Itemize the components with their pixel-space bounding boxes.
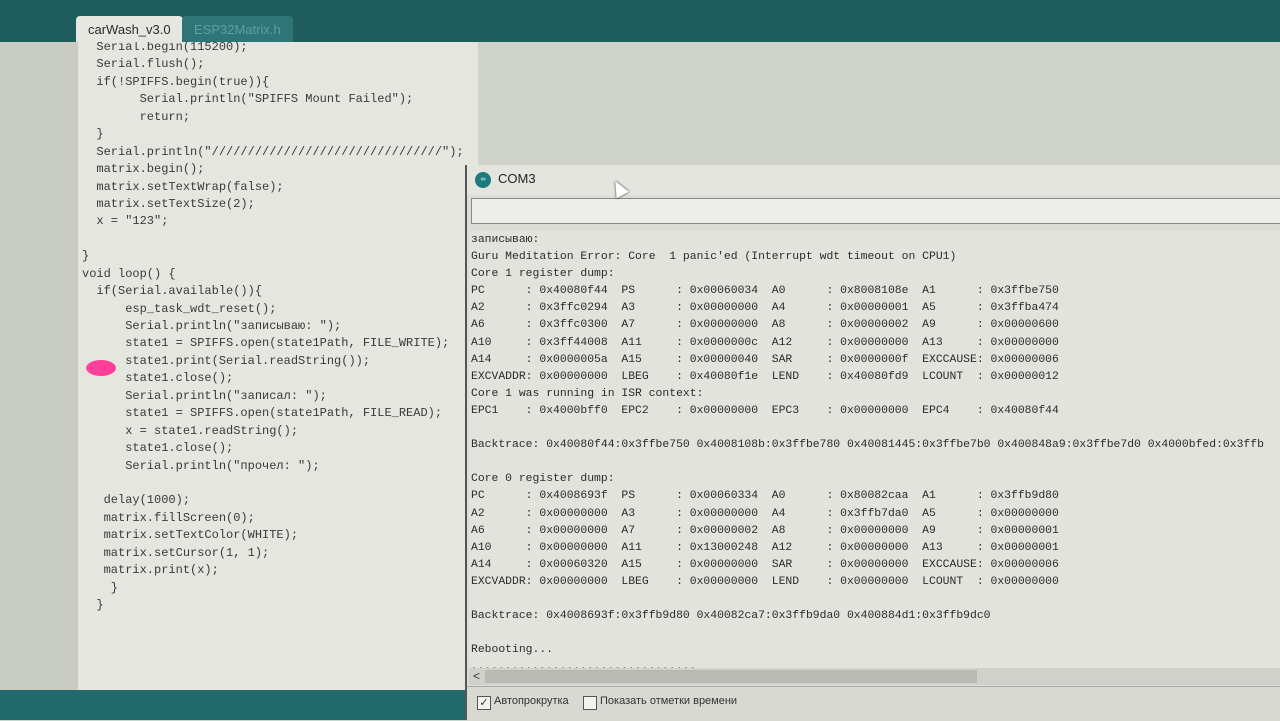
code-line: } xyxy=(82,249,90,264)
code-line: state1 = SPIFFS.open(state1Path, FILE_RE… xyxy=(82,406,443,421)
code-line: Serial.println("записал: "); xyxy=(82,388,327,403)
code-line: state1.close(); xyxy=(82,441,234,456)
serial-output-text: записываю: Guru Meditation Error: Core 1 … xyxy=(471,232,1264,669)
code-line: delay(1000); xyxy=(82,493,191,508)
serial-title-bar[interactable]: ∞ COM3 xyxy=(467,165,1280,195)
arduino-logo-icon: ∞ xyxy=(475,172,491,188)
output-line: A2 : 0x00000000 A3 : 0x00000000 A4 : 0x3… xyxy=(471,507,1059,520)
output-line: EXCVADDR: 0x00000000 LBEG : 0x00000000 L… xyxy=(471,575,1059,588)
output-line: A6 : 0x3ffc0300 A7 : 0x00000000 A8 : 0x0… xyxy=(471,319,1059,332)
code-line: matrix.setTextColor(WHITE); xyxy=(82,528,299,543)
autoscroll-label[interactable]: Автопрокрутка xyxy=(494,695,569,707)
scrollbar-thumb[interactable] xyxy=(485,670,977,683)
code-text: Serial.begin(115200); Serial.flush(); if… xyxy=(82,42,464,614)
code-line: Serial.println("прочел: "); xyxy=(82,458,320,473)
output-line: A14 : 0x0000005a A15 : 0x00000040 SAR : … xyxy=(471,353,1059,366)
code-line: x = "123"; xyxy=(82,214,169,229)
output-line: Core 1 register dump: xyxy=(471,268,615,281)
code-line: Serial.println("////////////////////////… xyxy=(82,144,464,159)
code-line: matrix.setTextWrap(false); xyxy=(82,179,284,194)
output-line: A14 : 0x00060320 A15 : 0x00000000 SAR : … xyxy=(471,558,1059,571)
code-line: Serial.flush(); xyxy=(82,57,205,72)
output-line: EXCVADDR: 0x00000000 LBEG : 0x40080f1e L… xyxy=(471,370,1059,383)
code-line: matrix.setTextSize(2); xyxy=(82,196,255,211)
code-line: if(!SPIFFS.begin(true)){ xyxy=(82,74,270,89)
code-line: Serial.begin(115200); xyxy=(82,42,248,54)
code-line: return; xyxy=(82,109,191,124)
code-line: Serial.println("SPIFFS Mount Failed"); xyxy=(82,92,414,107)
code-line: } xyxy=(82,127,104,142)
output-line: Backtrace: 0x40080f44:0x3ffbe750 0x40081… xyxy=(471,439,1264,452)
output-line: A2 : 0x3ffc0294 A3 : 0x00000000 A4 : 0x0… xyxy=(471,302,1059,315)
serial-footer: ✓ Автопрокрутка Показать отметки времени xyxy=(467,686,1280,721)
serial-output[interactable]: записываю: Guru Meditation Error: Core 1 … xyxy=(469,231,1280,669)
output-line: Guru Meditation Error: Core 1 panic'ed (… xyxy=(471,251,957,264)
code-line: state1.print(Serial.readString()); xyxy=(82,353,371,368)
output-line: EPC1 : 0x4000bff0 EPC2 : 0x00000000 EPC3… xyxy=(471,404,1059,417)
code-line: matrix.fillScreen(0); xyxy=(82,510,255,525)
tab-carwash[interactable]: carWash_v3.0 xyxy=(76,16,183,42)
scroll-left-icon[interactable]: < xyxy=(473,668,480,685)
serial-send-input[interactable] xyxy=(471,198,1280,224)
code-line: matrix.print(x); xyxy=(82,563,219,578)
code-line: matrix.setCursor(1, 1); xyxy=(82,545,270,560)
code-line: void loop() { xyxy=(82,266,176,281)
console-band xyxy=(0,690,470,720)
code-line: Serial.println("записываю: "); xyxy=(82,319,342,333)
code-line: state1.close(); xyxy=(82,371,234,386)
output-line: Core 0 register dump: xyxy=(471,473,615,486)
output-line: Backtrace: 0x4008693f:0x3ffb9d80 0x40082… xyxy=(471,610,991,623)
output-line: A6 : 0x00000000 A7 : 0x00000002 A8 : 0x0… xyxy=(471,524,1059,537)
autoscroll-checkbox[interactable]: ✓ xyxy=(477,696,491,710)
tab-esp32matrix[interactable]: ESP32Matrix.h xyxy=(182,16,293,42)
code-editor[interactable]: Serial.begin(115200); Serial.flush(); if… xyxy=(78,42,478,690)
timestamps-checkbox[interactable] xyxy=(583,696,597,710)
output-line: PC : 0x40080f44 PS : 0x00060034 A0 : 0x8… xyxy=(471,285,1059,298)
code-line: esp_task_wdt_reset(); xyxy=(82,301,277,316)
code-line: if(Serial.available()){ xyxy=(82,284,263,299)
timestamps-label[interactable]: Показать отметки времени xyxy=(600,695,737,707)
code-line: matrix.begin(); xyxy=(82,162,205,177)
line-gutter xyxy=(0,42,78,720)
output-line: A10 : 0x00000000 A11 : 0x13000248 A12 : … xyxy=(471,541,1059,554)
output-line: PC : 0x4008693f PS : 0x00060334 A0 : 0x8… xyxy=(471,490,1059,503)
output-line: A10 : 0x3ff44008 A11 : 0x0000000c A12 : … xyxy=(471,336,1059,349)
window-title: COM3 xyxy=(498,171,536,186)
serial-monitor-window: ∞ COM3 записываю: Guru Meditation Error: … xyxy=(465,165,1280,721)
pink-annotation-mark xyxy=(86,360,116,376)
horizontal-scrollbar[interactable]: < xyxy=(469,668,1280,685)
code-line: } xyxy=(82,598,104,612)
output-line: Core 1 was running in ISR context: xyxy=(471,387,704,400)
output-line: Rebooting... xyxy=(471,644,554,657)
code-line: state1 = SPIFFS.open(state1Path, FILE_WR… xyxy=(82,336,450,351)
code-line: x = state1.readString(); xyxy=(82,423,299,438)
code-line: } xyxy=(82,580,119,595)
output-line: записываю: xyxy=(471,234,540,246)
